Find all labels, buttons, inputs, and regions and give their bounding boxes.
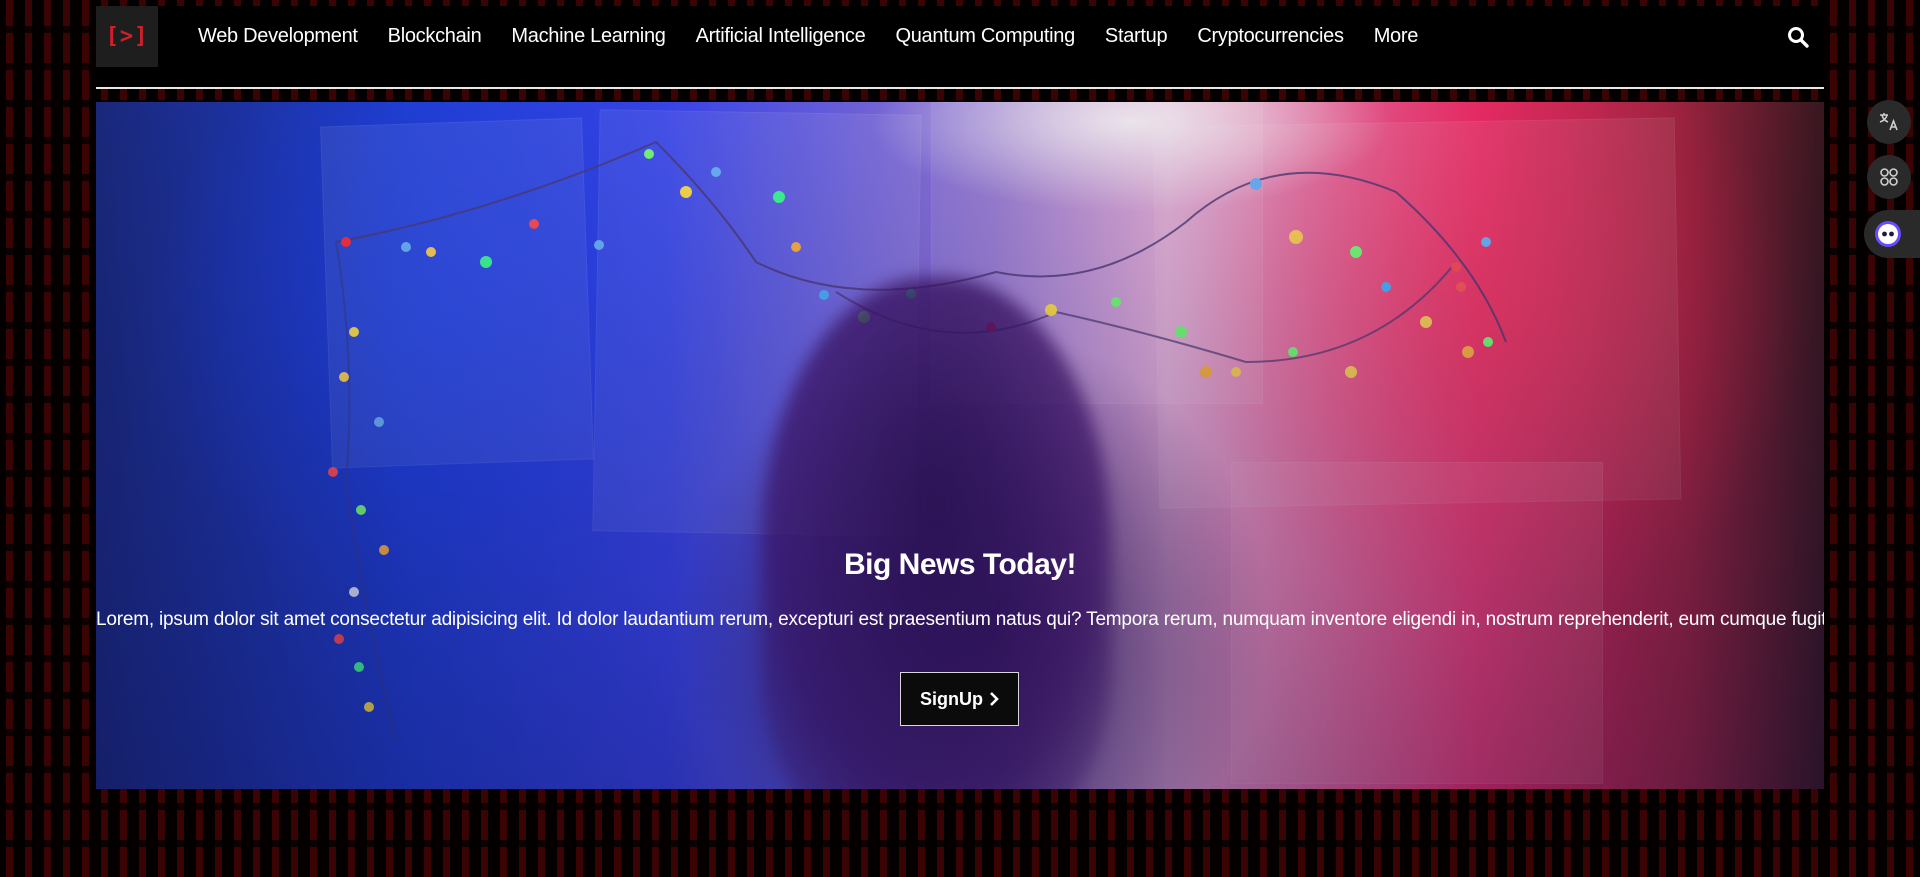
nav-item-web-development[interactable]: Web Development xyxy=(198,25,358,48)
hero-title: Big News Today! xyxy=(844,548,1076,581)
translate-button[interactable] xyxy=(1867,100,1911,144)
nav-item-artificial-intelligence[interactable]: Artificial Intelligence xyxy=(696,25,866,48)
hero-description: Lorem, ipsum dolor sit amet consectetur … xyxy=(96,609,1824,630)
chevron-right-icon xyxy=(990,692,999,706)
signup-button-label: SignUp xyxy=(920,688,983,709)
nav-item-cryptocurrencies[interactable]: Cryptocurrencies xyxy=(1197,25,1344,48)
search-icon[interactable] xyxy=(1786,25,1810,49)
apps-button[interactable] xyxy=(1867,155,1911,199)
main-menu: Web Development Blockchain Machine Learn… xyxy=(198,6,1418,67)
assistant-button[interactable] xyxy=(1864,210,1920,258)
signup-button[interactable]: SignUp xyxy=(900,672,1019,726)
nav-item-startup[interactable]: Startup xyxy=(1105,25,1168,48)
nav-item-blockchain[interactable]: Blockchain xyxy=(388,25,482,48)
nav-item-quantum-computing[interactable]: Quantum Computing xyxy=(895,25,1075,48)
top-navigation: [>] Web Development Blockchain Machine L… xyxy=(96,6,1824,89)
assistant-icon xyxy=(1875,221,1901,247)
nav-item-machine-learning[interactable]: Machine Learning xyxy=(511,25,666,48)
translate-icon xyxy=(1879,113,1898,131)
hero-banner: Big News Today! Lorem, ipsum dolor sit a… xyxy=(96,102,1824,789)
nav-item-more[interactable]: More xyxy=(1374,25,1419,48)
site-logo[interactable]: [>] xyxy=(96,6,158,67)
apps-icon xyxy=(1880,168,1898,186)
